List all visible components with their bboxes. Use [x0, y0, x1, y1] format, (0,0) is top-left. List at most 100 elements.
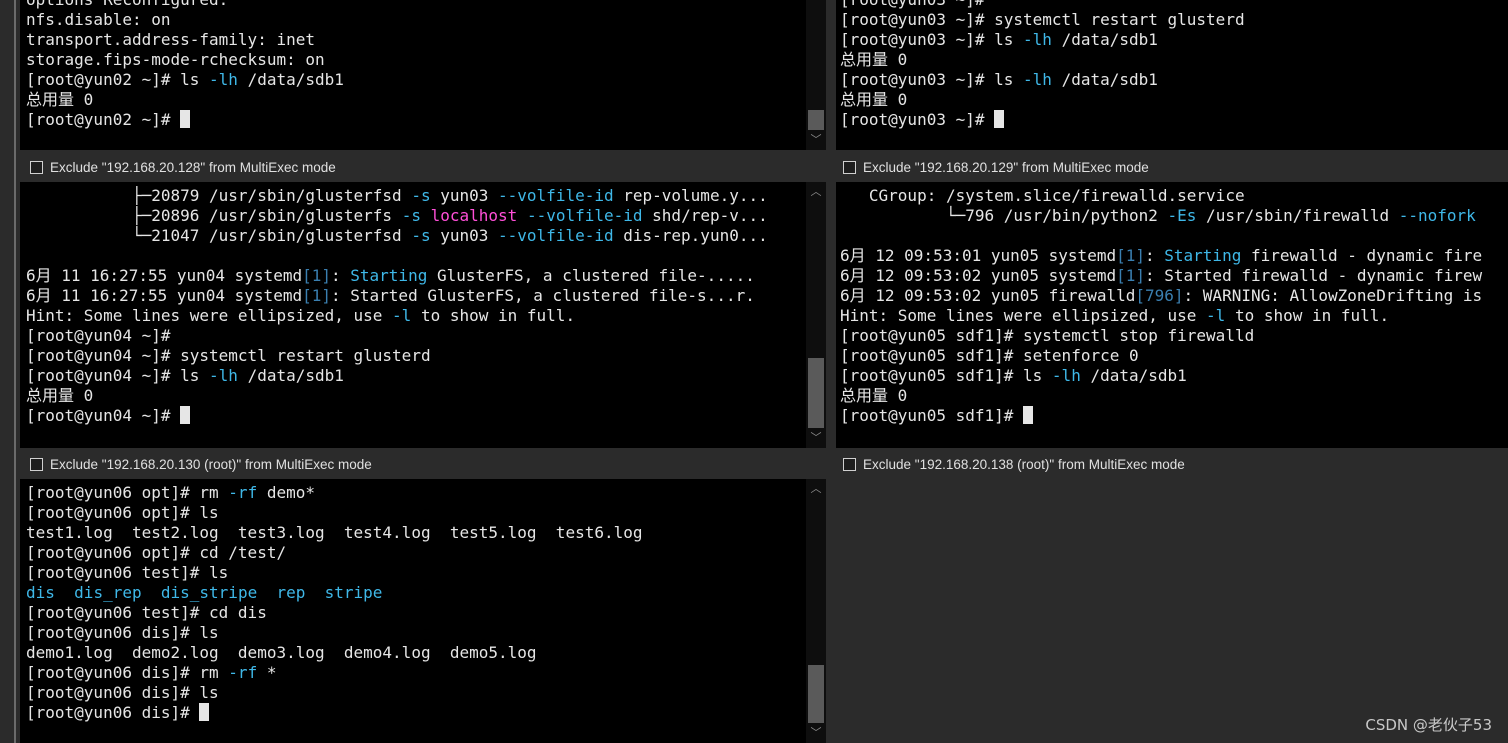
- scrollbar[interactable]: ﹀: [806, 0, 826, 150]
- terminal-text: -lh: [209, 70, 238, 89]
- scroll-down-icon[interactable]: ﹀: [806, 430, 826, 446]
- terminal-line: [root@yun05 sdf1]#: [840, 406, 1508, 426]
- scrollbar-thumb[interactable]: [808, 665, 824, 723]
- terminal-text: dis_rep: [74, 583, 142, 602]
- terminal-text: -rf: [228, 663, 258, 682]
- terminal-text: 6月 12 09:53:02 yun05 firewalld: [840, 286, 1136, 305]
- terminal-pane-yun04[interactable]: ├─20879 /usr/sbin/glusterfsd -s yun03 --…: [20, 182, 826, 448]
- terminal-line: [root@yun04 ~]#: [26, 326, 806, 346]
- scrollbar-thumb[interactable]: [808, 110, 824, 130]
- terminal-text: -s: [411, 186, 431, 205]
- terminal-output[interactable]: ├─20879 /usr/sbin/glusterfsd -s yun03 --…: [20, 186, 806, 448]
- exclude-label: Exclude "192.168.20.128" from MultiExec …: [50, 159, 336, 175]
- terminal-text: [root@yun06 opt]# cd /test/: [26, 543, 287, 562]
- text-cursor: [199, 703, 210, 721]
- terminal-line: [root@yun05 sdf1]# ls -lh /data/sdb1: [840, 366, 1508, 386]
- terminal-text: dis_stripe: [160, 583, 258, 602]
- terminal-line: test1.log test2.log test3.log test4.log …: [26, 523, 806, 543]
- terminal-text: [root@yun06 test]# cd dis: [26, 603, 267, 622]
- terminal-line: 总用量 0: [840, 50, 1508, 70]
- terminal-line: └─21047 /usr/sbin/glusterfsd -s yun03 --…: [26, 226, 806, 246]
- terminal-text: :: [331, 266, 351, 285]
- exclude-checkbox[interactable]: [843, 160, 856, 174]
- terminal-text: --volfile-id: [498, 226, 614, 245]
- terminal-text: /data/sdb1: [237, 366, 344, 385]
- terminal-text: dis: [26, 583, 55, 602]
- terminal-text: *: [257, 663, 277, 682]
- terminal-text: [root@yun04 ~]# ls: [26, 366, 210, 385]
- terminal-text: GlusterFS, a clustered file-.....: [427, 266, 755, 285]
- terminal-line: [root@yun04 ~]#: [26, 406, 806, 426]
- scrollbar[interactable]: ︿ ﹀: [806, 182, 826, 448]
- terminal-line: Hint: Some lines were ellipsized, use -l…: [26, 306, 806, 326]
- terminal-pane-yun02[interactable]: options Reconfigured:nfs.disable: ontran…: [20, 0, 826, 150]
- terminal-text: test1.log test2.log test3.log test4.log …: [26, 523, 643, 542]
- terminal-text: transport.address-family: inet: [26, 30, 315, 49]
- terminal-line: transport.address-family: inet: [26, 30, 806, 50]
- terminal-text: 总用量 0: [26, 386, 94, 405]
- terminal-line: nfs.disable: on: [26, 10, 806, 30]
- exclude-checkbox[interactable]: [30, 160, 43, 174]
- terminal-text: [root@yun03 ~]# systemctl restart gluste…: [840, 10, 1245, 29]
- terminal-text: CGroup: /system.slice/firewalld.service: [840, 186, 1245, 205]
- scrollbar[interactable]: ︿ ﹀: [806, 479, 826, 743]
- exclude-checkbox[interactable]: [843, 457, 856, 471]
- terminal-text: nfs.disable: on: [26, 10, 171, 29]
- terminal-output[interactable]: [root@yun06 opt]# rm -rf demo* [root@yun0…: [20, 483, 806, 743]
- scrollbar-thumb[interactable]: [808, 358, 824, 428]
- terminal-text: Starting: [350, 266, 428, 285]
- terminal-text: [root@yun03 ~]# ls: [840, 30, 1024, 49]
- terminal-line: storage.fips-mode-rchecksum: on: [26, 50, 806, 70]
- terminal-line: └─796 /usr/bin/python2 -Es /usr/sbin/fir…: [840, 206, 1508, 226]
- scroll-down-icon[interactable]: ﹀: [806, 725, 826, 741]
- exclude-checkbox[interactable]: [30, 457, 43, 471]
- terminal-line: ├─20896 /usr/sbin/glusterfs -s localhost…: [26, 206, 806, 226]
- terminal-pane-yun03[interactable]: [root@yun03 ~]#[root@yun03 ~]# systemctl…: [836, 0, 1508, 150]
- text-cursor: [180, 406, 191, 424]
- exclude-bar-130[interactable]: Exclude "192.168.20.130 (root)" from Mul…: [20, 449, 826, 479]
- terminal-text: [root@yun05 sdf1]# setenforce 0: [840, 346, 1139, 365]
- terminal-pane-138[interactable]: [836, 479, 1508, 743]
- terminal-text: -Es: [1167, 206, 1197, 225]
- terminal-text: dis-rep.yun0...: [613, 226, 768, 245]
- terminal-text: Hint: Some lines were ellipsized, use: [26, 306, 393, 325]
- exclude-bar-129[interactable]: Exclude "192.168.20.129" from MultiExec …: [833, 152, 1508, 182]
- terminal-text: -s: [401, 206, 421, 225]
- terminal-text: yun03: [430, 186, 499, 205]
- terminal-line: [root@yun06 opt]# cd /test/: [26, 543, 806, 563]
- terminal-output[interactable]: [root@yun03 ~]#[root@yun03 ~]# systemctl…: [836, 0, 1508, 150]
- terminal-line: 6月 11 16:27:55 yun04 systemd[1]: Started…: [26, 286, 806, 306]
- terminal-text: [root@yun06 dis]#: [26, 703, 200, 722]
- scroll-down-icon[interactable]: ﹀: [806, 132, 826, 148]
- exclude-bar-128[interactable]: Exclude "192.168.20.128" from MultiExec …: [20, 152, 826, 182]
- terminal-line: [root@yun06 opt]# ls: [26, 503, 806, 523]
- terminal-text: [1]: [1116, 246, 1145, 265]
- terminal-line: [root@yun06 dis]# ls: [26, 683, 806, 703]
- terminal-output[interactable]: CGroup: /system.slice/firewalld.service …: [836, 186, 1508, 448]
- terminal-text: to show in full.: [1225, 306, 1390, 325]
- terminal-text: storage.fips-mode-rchecksum: on: [26, 50, 325, 69]
- scroll-up-icon[interactable]: ︿: [806, 184, 826, 200]
- terminal-pane-yun05[interactable]: CGroup: /system.slice/firewalld.service …: [836, 182, 1508, 448]
- scroll-up-icon[interactable]: ︿: [806, 481, 826, 497]
- terminal-text: --volfile-id: [526, 206, 643, 225]
- terminal-line: [root@yun02 ~]# ls -lh /data/sdb1: [26, 70, 806, 90]
- terminal-text: demo*: [257, 483, 315, 502]
- terminal-text: [root@yun04 ~]# systemctl restart gluste…: [26, 346, 431, 365]
- exclude-label: Exclude "192.168.20.130 (root)" from Mul…: [50, 456, 372, 472]
- terminal-line: [root@yun03 ~]#: [840, 0, 1508, 10]
- terminal-line: [root@yun05 sdf1]# systemctl stop firewa…: [840, 326, 1508, 346]
- terminal-text: stripe: [324, 583, 383, 602]
- exclude-bar-138[interactable]: Exclude "192.168.20.138 (root)" from Mul…: [833, 449, 1508, 479]
- terminal-line: 总用量 0: [840, 90, 1508, 110]
- terminal-text: [1]: [1116, 266, 1145, 285]
- terminal-pane-yun06[interactable]: [root@yun06 opt]# rm -rf demo* [root@yun0…: [20, 479, 826, 743]
- terminal-text: [1]: [302, 266, 331, 285]
- terminal-output[interactable]: options Reconfigured:nfs.disable: ontran…: [20, 0, 806, 150]
- terminal-line: 总用量 0: [840, 386, 1508, 406]
- terminal-text: [root@yun06 dis]# ls: [26, 623, 219, 642]
